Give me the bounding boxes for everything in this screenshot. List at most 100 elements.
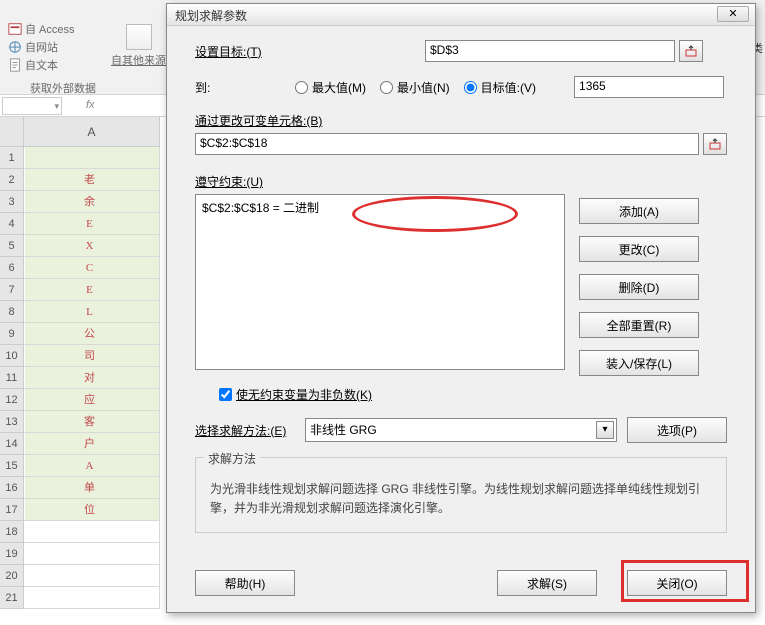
- row-header[interactable]: 4: [0, 213, 24, 235]
- text-icon: [8, 58, 22, 72]
- add-button[interactable]: 添加(A): [579, 198, 699, 224]
- row-header[interactable]: 16: [0, 477, 24, 499]
- col-header-A[interactable]: A: [24, 117, 160, 147]
- row-header[interactable]: 17: [0, 499, 24, 521]
- method-description: 求解方法 为光滑非线性规划求解问题选择 GRG 非线性引擎。为线性规划求解问题选…: [195, 457, 727, 533]
- cell[interactable]: X: [24, 235, 160, 257]
- cell[interactable]: E: [24, 213, 160, 235]
- options-button[interactable]: 选项(P): [627, 417, 727, 443]
- fx-icon[interactable]: fx: [86, 99, 95, 111]
- row-header[interactable]: 9: [0, 323, 24, 345]
- row-header[interactable]: 19: [0, 543, 24, 565]
- solve-button[interactable]: 求解(S): [497, 570, 597, 596]
- chevron-down-icon: ▾: [54, 98, 61, 114]
- set-target-label: 设置目标:(T): [195, 43, 295, 60]
- row-header[interactable]: 6: [0, 257, 24, 279]
- cell[interactable]: [24, 521, 160, 543]
- constraints-listbox[interactable]: $C$2:$C$18 = 二进制: [195, 194, 565, 370]
- cell-text: 位: [84, 504, 99, 516]
- change-button[interactable]: 更改(C): [579, 236, 699, 262]
- cell[interactable]: E: [24, 279, 160, 301]
- row-header[interactable]: 2: [0, 169, 24, 191]
- cell[interactable]: 位: [24, 499, 160, 521]
- row-header[interactable]: 12: [0, 389, 24, 411]
- label: 自文本: [25, 57, 58, 73]
- cell-text: 应: [84, 394, 99, 406]
- row-header[interactable]: 21: [0, 587, 24, 609]
- cell-text: X: [86, 240, 98, 252]
- cell-text: C: [86, 262, 97, 274]
- row-header[interactable]: 18: [0, 521, 24, 543]
- cell[interactable]: [24, 587, 160, 609]
- radio-max[interactable]: 最大值(M): [295, 79, 366, 96]
- row-header[interactable]: 15: [0, 455, 24, 477]
- solver-parameters-dialog: 规划求解参数 ✕ 设置目标:(T) $D$3 到: 最大值(M) 最小值(N) …: [166, 3, 756, 613]
- load-save-button[interactable]: 装入/保存(L): [579, 350, 699, 376]
- solving-method-select[interactable]: 非线性 GRG ▾: [305, 418, 617, 442]
- cell-text: 对: [84, 372, 99, 384]
- other-source-icon: [126, 24, 152, 50]
- row-header[interactable]: 8: [0, 301, 24, 323]
- ref-picker-button[interactable]: [703, 133, 727, 155]
- cell[interactable]: [24, 147, 160, 169]
- close-dialog-button[interactable]: 关闭(O): [627, 570, 727, 596]
- target-value-input[interactable]: 1365: [574, 76, 724, 98]
- dialog-titlebar[interactable]: 规划求解参数 ✕: [167, 4, 755, 26]
- cell-text: 老: [84, 174, 99, 186]
- var-cells-input[interactable]: $C$2:$C$18: [195, 133, 699, 155]
- nonnegative-checkbox[interactable]: 使无约束变量为非负数(K): [219, 386, 727, 403]
- help-button[interactable]: 帮助(H): [195, 570, 295, 596]
- row-header[interactable]: 13: [0, 411, 24, 433]
- row-header[interactable]: 1: [0, 147, 24, 169]
- cell-text: 客: [84, 416, 99, 428]
- cell[interactable]: [24, 543, 160, 565]
- row-header[interactable]: 7: [0, 279, 24, 301]
- from-text-button[interactable]: 自文本: [4, 56, 79, 74]
- cell[interactable]: 对: [24, 367, 160, 389]
- radio-valueof[interactable]: 目标值:(V): [464, 79, 536, 96]
- cell[interactable]: 客: [24, 411, 160, 433]
- cell[interactable]: 老: [24, 169, 160, 191]
- constraint-item[interactable]: $C$2:$C$18 = 二进制: [202, 199, 558, 216]
- cell[interactable]: 公: [24, 323, 160, 345]
- cell-text: E: [86, 218, 97, 230]
- row-header[interactable]: 14: [0, 433, 24, 455]
- ref-picker-button[interactable]: [679, 40, 703, 62]
- cell[interactable]: 单: [24, 477, 160, 499]
- var-cells-label: 通过更改可变单元格:(B): [195, 112, 727, 129]
- desc-legend: 求解方法: [204, 450, 260, 469]
- cell-text: 公: [84, 328, 99, 340]
- row-header[interactable]: 11: [0, 367, 24, 389]
- cell[interactable]: 司: [24, 345, 160, 367]
- from-web-button[interactable]: 自网站: [4, 38, 79, 56]
- cell[interactable]: 余: [24, 191, 160, 213]
- cell[interactable]: 应: [24, 389, 160, 411]
- row-header[interactable]: 5: [0, 235, 24, 257]
- cell[interactable]: L: [24, 301, 160, 323]
- constraints-label: 遵守约束:(U): [195, 173, 727, 190]
- reset-all-button[interactable]: 全部重置(R): [579, 312, 699, 338]
- row-header[interactable]: 10: [0, 345, 24, 367]
- cell[interactable]: C: [24, 257, 160, 279]
- cell[interactable]: A: [24, 455, 160, 477]
- cell[interactable]: [24, 565, 160, 587]
- target-cell-input[interactable]: $D$3: [425, 40, 675, 62]
- close-button[interactable]: ✕: [717, 6, 749, 22]
- row-header[interactable]: 20: [0, 565, 24, 587]
- to-label: 到:: [195, 79, 295, 96]
- chevron-down-icon: ▾: [596, 421, 614, 439]
- name-box[interactable]: ▾: [2, 97, 62, 115]
- desc-text: 为光滑非线性规划求解问题选择 GRG 非线性引擎。为线性规划求解问题选择单纯线性…: [210, 480, 712, 518]
- ribbon-group-label: 获取外部数据: [30, 80, 96, 96]
- cell[interactable]: 户: [24, 433, 160, 455]
- select-all-corner[interactable]: [0, 117, 24, 147]
- radio-min[interactable]: 最小值(N): [380, 79, 450, 96]
- cell-text: 户: [84, 438, 99, 450]
- cell-text: E: [86, 284, 97, 296]
- cell-text: L: [86, 306, 97, 318]
- delete-button[interactable]: 删除(D): [579, 274, 699, 300]
- from-access-button[interactable]: 自 Access: [4, 20, 79, 38]
- row-header[interactable]: 3: [0, 191, 24, 213]
- cell-text: 单: [84, 482, 99, 494]
- cell-text: 余: [84, 196, 99, 208]
